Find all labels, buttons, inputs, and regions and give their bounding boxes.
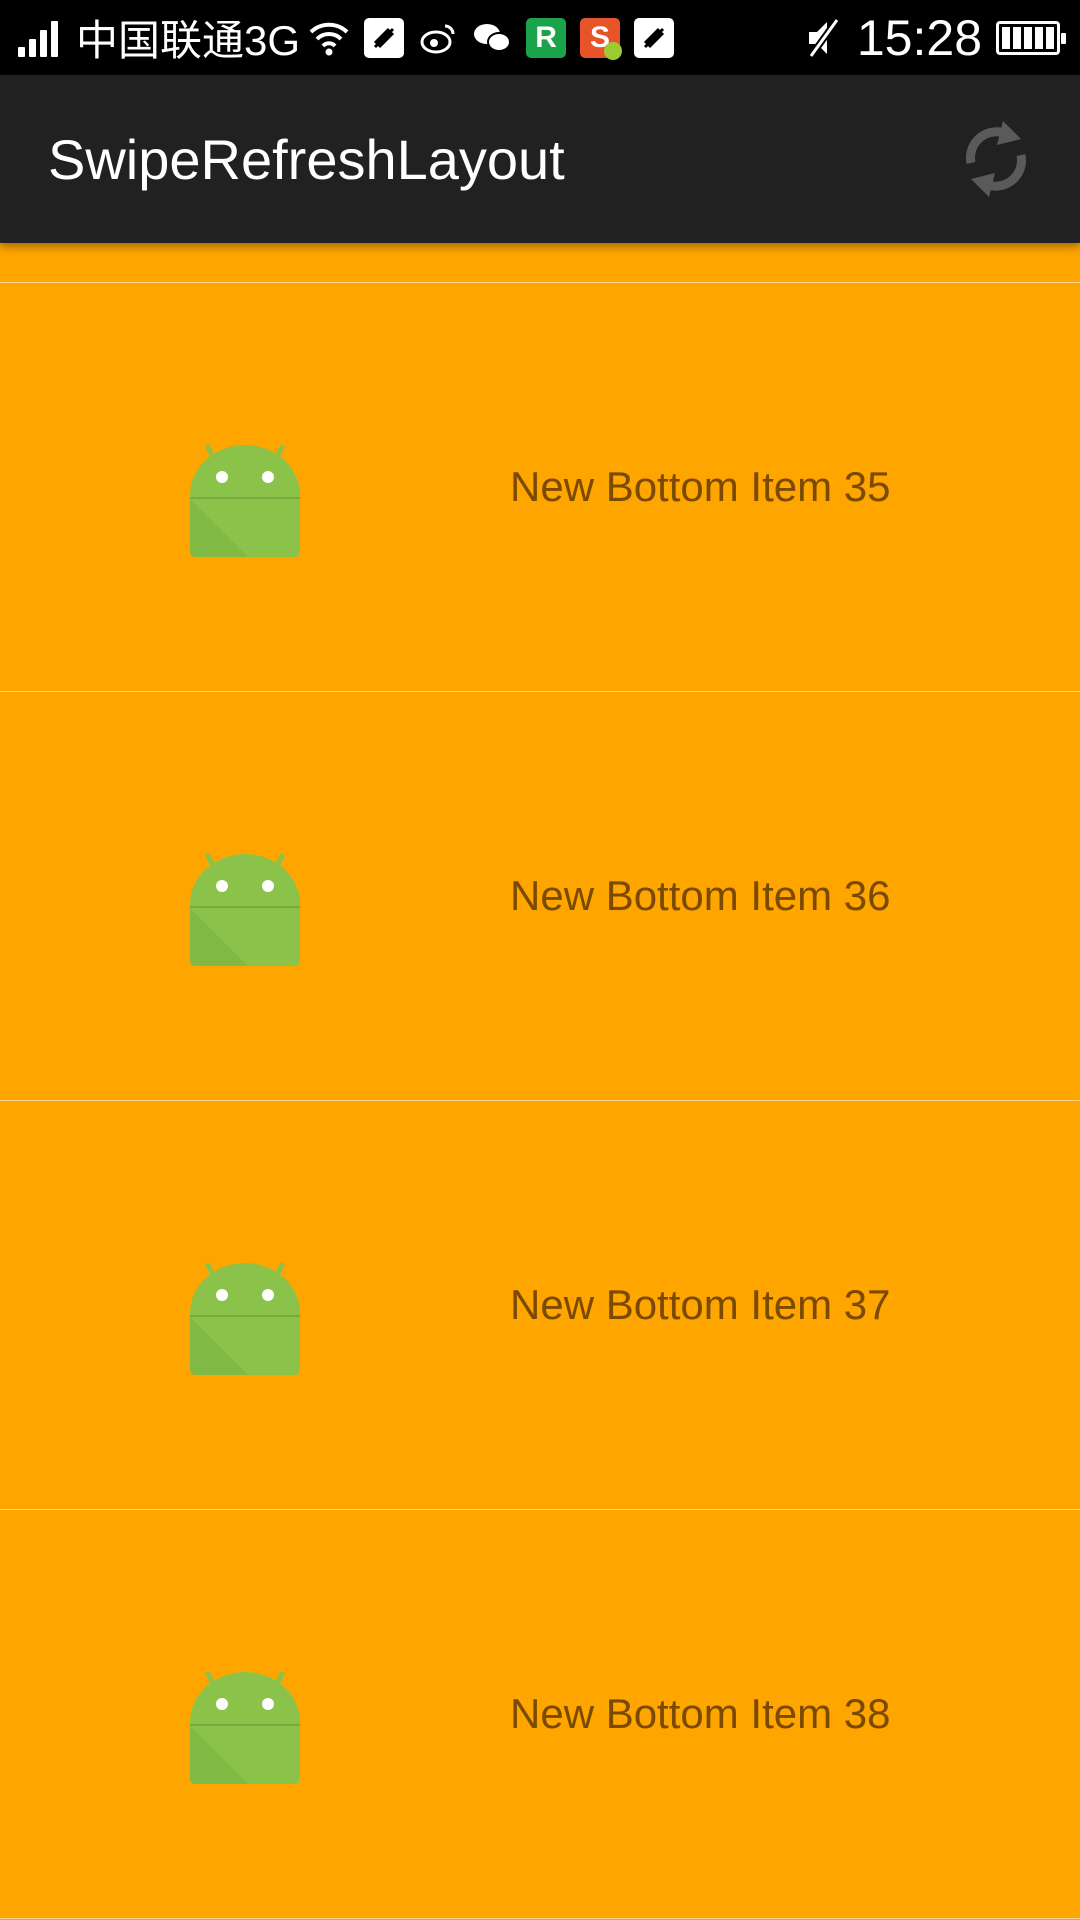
battery-icon <box>996 20 1066 55</box>
list-item[interactable]: New Bottom Item 38 <box>0 1510 1080 1919</box>
list-item[interactable]: New Bottom Item 35 <box>0 283 1080 692</box>
item-label: New Bottom Item 35 <box>510 463 891 510</box>
android-icon <box>190 444 300 557</box>
android-icon <box>190 1262 300 1375</box>
item-list[interactable]: New Bottom Item 35 New Bottom Item 36 Ne… <box>0 243 1080 1920</box>
list-item[interactable]: New Bottom Item 37 <box>0 1101 1080 1510</box>
refresh-icon <box>965 121 1027 197</box>
list-item[interactable]: New Bottom Item 36 <box>0 692 1080 1101</box>
app-bar: SwipeRefreshLayout <box>0 75 1080 243</box>
wechat-icon <box>472 18 512 58</box>
status-clock: 15:28 <box>856 9 982 66</box>
mute-icon <box>803 16 843 60</box>
android-icon <box>190 1671 300 1784</box>
item-label: New Bottom Item 36 <box>510 872 891 919</box>
app-title: SwipeRefreshLayout <box>48 127 565 191</box>
item-label: New Bottom Item 38 <box>510 1690 891 1737</box>
status-bar: 中国联通3G R S 15:28 <box>0 0 1080 75</box>
weibo-icon <box>418 18 458 58</box>
sogou-icon: S <box>580 17 623 60</box>
signal-icon <box>18 19 62 57</box>
refresh-button[interactable] <box>956 113 1036 205</box>
r-app-icon: R <box>526 17 567 58</box>
notification-app-icon <box>634 17 675 58</box>
android-icon <box>190 853 300 966</box>
carrier-name: 中国联通3G <box>76 17 301 64</box>
item-label: New Bottom Item 37 <box>510 1281 891 1328</box>
wifi-icon <box>308 18 350 58</box>
notification-app-icon <box>364 17 405 58</box>
